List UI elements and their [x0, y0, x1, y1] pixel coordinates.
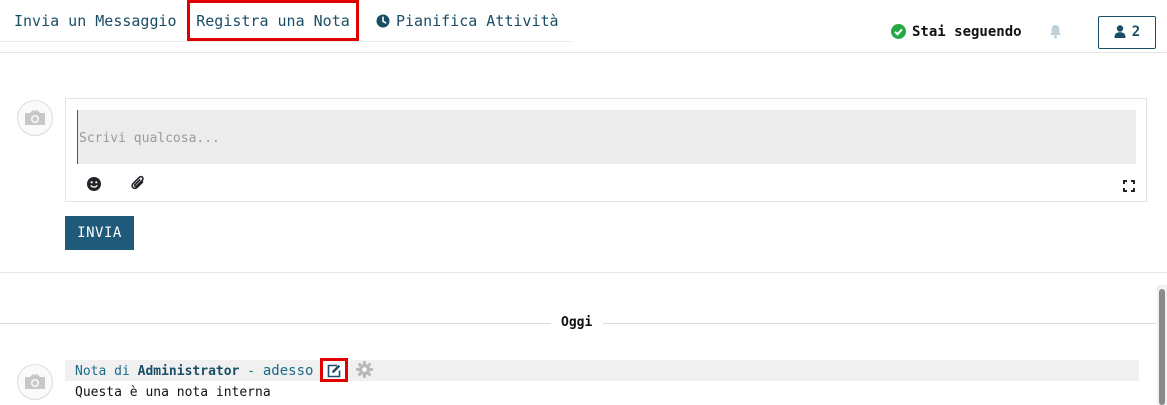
edit-message-button[interactable] [320, 358, 348, 382]
paperclip-icon[interactable] [131, 175, 145, 195]
message-author[interactable]: Administrator [138, 364, 240, 379]
user-icon [1114, 25, 1126, 38]
send-button[interactable]: INVIA [65, 216, 134, 250]
followers-count: 2 [1131, 24, 1141, 40]
camera-icon [25, 374, 45, 389]
date-separator-line-left [0, 323, 551, 324]
chatter-topbar: Invia un Messaggio Registra una Nota Pia… [0, 0, 1167, 53]
tab-schedule-activity-label: Pianifica Attività [396, 12, 559, 30]
divider [0, 272, 1167, 273]
date-separator-line-right [603, 323, 1157, 324]
smile-icon[interactable] [87, 176, 101, 195]
expand-icon[interactable] [1123, 177, 1135, 196]
message-header: Nota di Administrator - adesso [65, 358, 1139, 382]
message-avatar[interactable] [17, 364, 53, 400]
scrollbar[interactable] [1157, 285, 1167, 405]
camera-icon [25, 110, 45, 125]
message-prefix: Nota di [75, 364, 130, 379]
tab-send-message[interactable]: Invia un Messaggio [14, 0, 177, 41]
chatter-tabs: Invia un Messaggio Registra una Nota Pia… [0, 0, 572, 42]
scrollbar-thumb[interactable] [1159, 289, 1165, 405]
tab-log-note[interactable]: Registra una Nota [187, 0, 359, 41]
message-body: Questa è una nota interna [75, 385, 271, 400]
clock-icon [376, 14, 390, 28]
bell-icon[interactable] [1049, 24, 1062, 43]
message-time: adesso [262, 363, 314, 379]
following-status[interactable]: Stai seguendo [891, 24, 1022, 40]
message-meta: Nota di Administrator - adesso [75, 363, 313, 379]
check-circle-icon [891, 24, 906, 39]
gear-icon[interactable] [356, 361, 373, 382]
following-label: Stai seguendo [912, 24, 1022, 40]
edit-icon [327, 364, 341, 378]
date-separator-label: Oggi [561, 315, 593, 330]
followers-button[interactable]: 2 [1098, 16, 1156, 49]
avatar [17, 100, 53, 136]
composer [65, 98, 1147, 202]
message-separator: - [239, 364, 263, 379]
tab-schedule-activity[interactable]: Pianifica Attività [376, 0, 559, 41]
composer-input[interactable] [77, 110, 1136, 164]
message-item: Nota di Administrator - adesso Questa è … [65, 358, 1139, 405]
